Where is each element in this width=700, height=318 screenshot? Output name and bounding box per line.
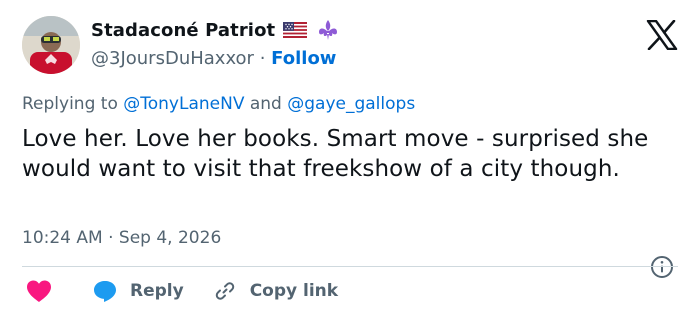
fleur-de-lis-icon <box>317 19 339 41</box>
reply-bubble-icon <box>94 281 116 302</box>
us-flag-icon <box>283 22 308 38</box>
mention-link[interactable]: @TonyLaneNV <box>123 94 244 114</box>
info-icon[interactable] <box>650 255 674 279</box>
timestamp-separator: · <box>108 228 114 248</box>
tweet-time: 10:24 AM <box>22 228 103 248</box>
follow-button[interactable]: Follow <box>271 48 336 69</box>
tweet-timestamp[interactable]: 10:24 AM · Sep 4, 2026 <box>22 228 221 248</box>
avatar-image <box>22 16 80 74</box>
author-handle[interactable]: @3JoursDuHaxxor <box>91 48 254 69</box>
reply-button[interactable]: Reply <box>92 279 184 303</box>
tweet-actions: Reply Copy link <box>22 276 338 306</box>
tweet-date: Sep 4, 2026 <box>118 228 222 248</box>
author-handle-row: @3JoursDuHaxxor · Follow <box>91 48 336 69</box>
heart-icon <box>27 280 51 302</box>
author-display-name[interactable]: Stadaconé Patriot <box>91 20 275 41</box>
handle-separator: · <box>259 48 266 69</box>
reply-context: Replying to @TonyLaneNV and @gaye_gallop… <box>22 94 415 114</box>
author-name-row: Stadaconé Patriot <box>91 19 339 41</box>
reply-label: Reply <box>130 281 184 301</box>
copy-link-label: Copy link <box>249 281 339 301</box>
like-button[interactable] <box>22 278 54 304</box>
reply-prefix: Replying to <box>22 94 118 114</box>
divider <box>22 266 678 267</box>
x-logo-icon[interactable] <box>646 19 678 51</box>
copy-link-button[interactable]: Copy link <box>214 280 338 302</box>
mention-link[interactable]: @gaye_gallops <box>287 94 415 114</box>
reply-conjunction: and <box>249 94 282 114</box>
tweet-text: Love her. Love her books. Smart move - s… <box>22 126 649 182</box>
link-icon <box>215 282 234 300</box>
avatar[interactable] <box>22 16 80 74</box>
